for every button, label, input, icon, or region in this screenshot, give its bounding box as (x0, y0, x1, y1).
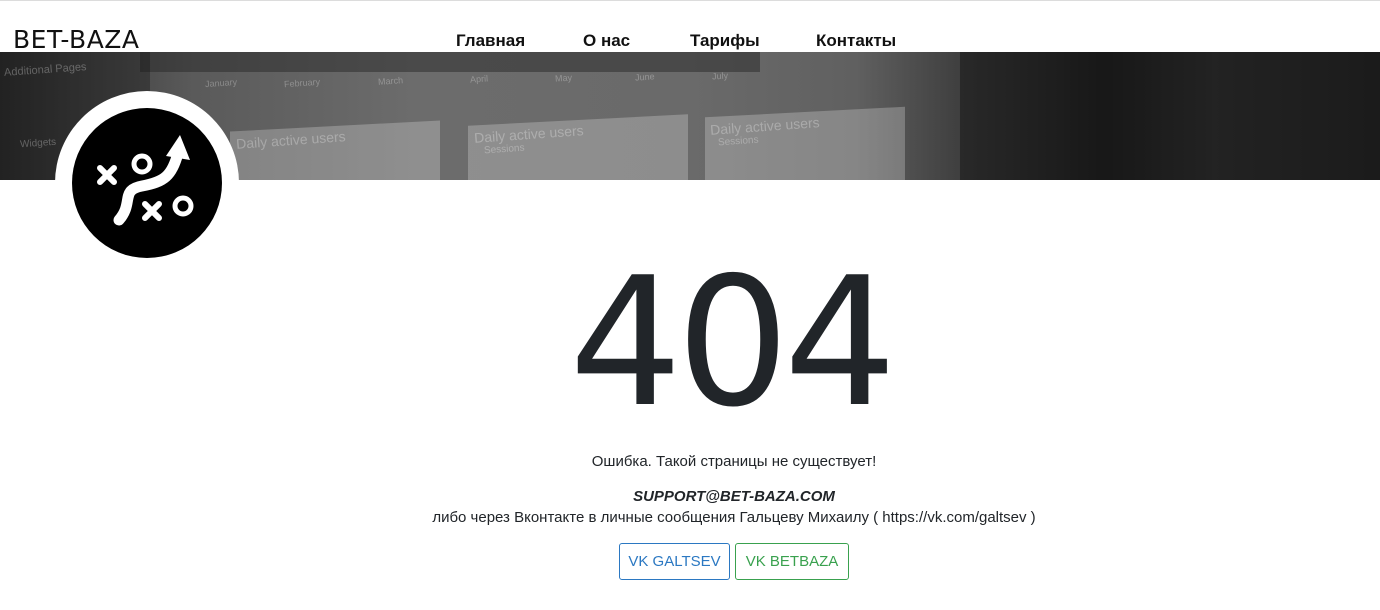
vk-betbaza-button[interactable]: VK BETBAZA (735, 543, 849, 580)
nav-item-tariffs[interactable]: Тарифы (690, 30, 760, 52)
banner-text: March (377, 75, 404, 87)
vk-galtsev-button[interactable]: VK GALTSEV (619, 543, 730, 580)
banner-chart-strip (140, 52, 760, 72)
banner-text: February (283, 76, 321, 90)
banner-text: May (554, 72, 573, 84)
banner-text: June (634, 71, 655, 83)
vk-contact-note: либо через Вконтакте в личные сообщения … (432, 509, 1036, 526)
banner-shade-right (960, 52, 1380, 180)
banner-text: July (711, 70, 729, 82)
nav-item-about[interactable]: О нас (583, 30, 630, 52)
banner-text: January (204, 76, 238, 90)
page: BET-BAZA Главная О нас Тарифы Контакты A… (0, 0, 1380, 610)
nav-item-home[interactable]: Главная (456, 30, 525, 52)
error-message: Ошибка. Такой страницы не существует! (591, 453, 877, 470)
support-email[interactable]: SUPPORT@BET-BAZA.COM (0, 488, 1380, 506)
strategy-play-icon[interactable] (72, 108, 222, 258)
banner-text: April (469, 73, 489, 85)
nav-item-contacts[interactable]: Контакты (816, 30, 896, 52)
error-code: 404 (569, 239, 897, 446)
strategy-play-icon-graphic (97, 135, 194, 226)
brand-logo-text[interactable]: BET-BAZA (13, 26, 140, 54)
header: BET-BAZA Главная О нас Тарифы Контакты (0, 1, 1380, 54)
